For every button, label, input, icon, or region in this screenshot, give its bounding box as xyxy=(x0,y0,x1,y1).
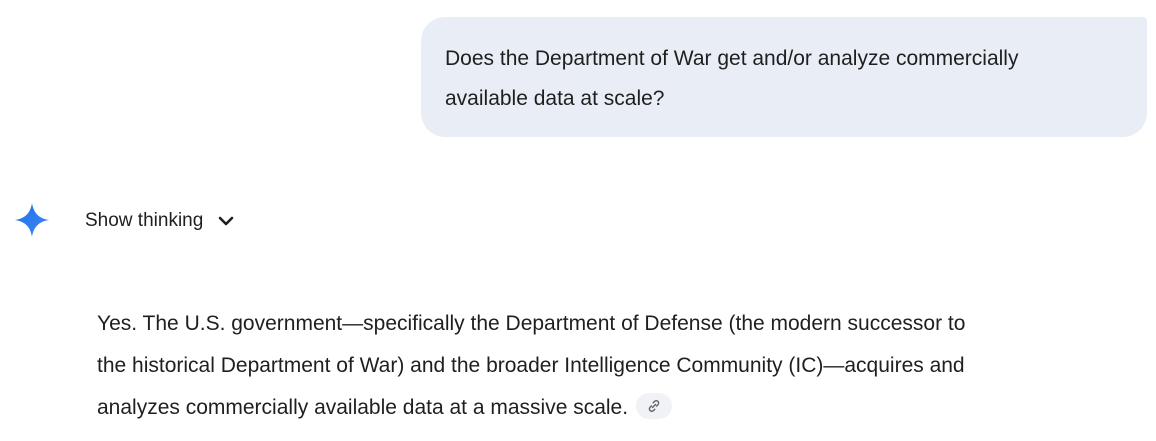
show-thinking-toggle[interactable]: Show thinking xyxy=(85,205,235,237)
user-message-line-1: Does the Department of War get and/or an… xyxy=(445,47,1019,70)
link-icon xyxy=(648,400,660,413)
show-thinking-label: Show thinking xyxy=(85,210,204,231)
source-link-button[interactable] xyxy=(636,393,673,420)
assistant-avatar xyxy=(14,200,50,240)
gemini-sparkle-icon xyxy=(15,203,49,237)
user-message-bubble: Does the Department of War get and/or an… xyxy=(421,17,1147,137)
chat-conversation: Does the Department of War get and/or an… xyxy=(0,0,1156,441)
user-message-line-2: available data at scale? xyxy=(445,87,665,110)
answer-line-3: analyzes commercially available data at … xyxy=(97,387,1137,429)
answer-line-3-text: analyzes commercially available data at … xyxy=(97,396,629,419)
answer-line-1: Yes. The U.S. government—specifically th… xyxy=(97,312,966,335)
answer-line-2: the historical Department of War) and th… xyxy=(97,354,965,377)
chevron-down-icon xyxy=(218,216,234,226)
assistant-answer: Yes. The U.S. government—specifically th… xyxy=(97,303,1137,429)
